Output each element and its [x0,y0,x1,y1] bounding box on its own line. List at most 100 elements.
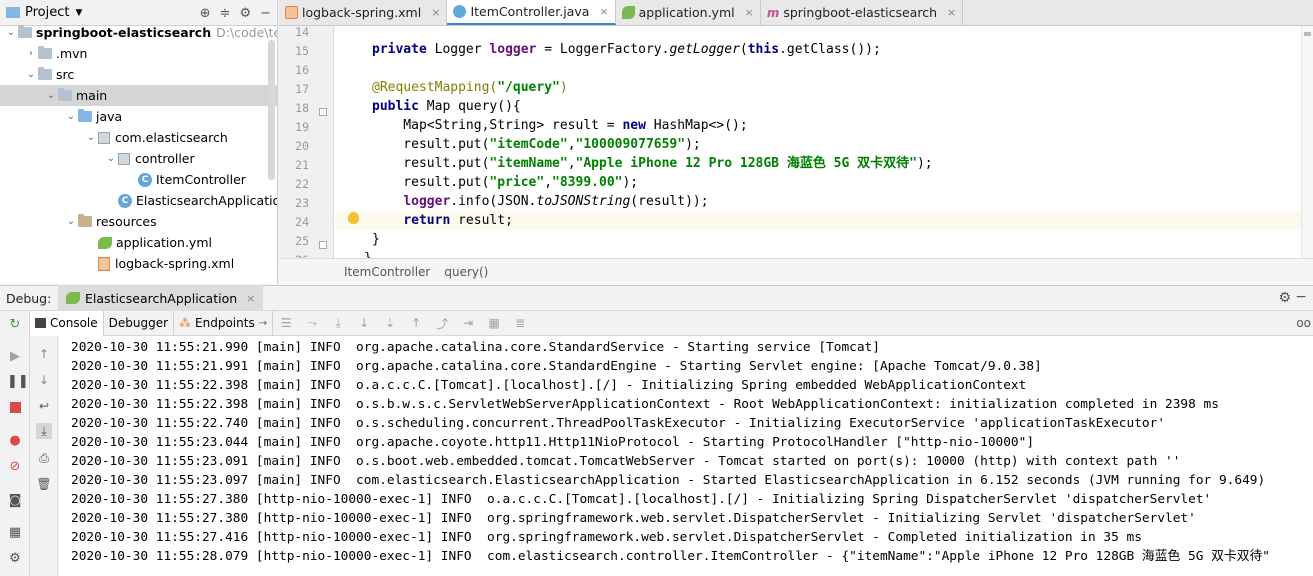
chevron-down-icon[interactable]: ⌄ [24,69,38,80]
code-line-19[interactable]: Map<String,String> result = new HashMap<… [335,116,1313,135]
editor-tab[interactable]: ItemController.java × [447,0,616,25]
editor-tab[interactable]: application.yml × [616,0,761,25]
settings-icon[interactable]: ⚙ [7,551,23,567]
console-log-line: 2020-10-30 11:55:22.398 [main] INFO o.a.… [71,378,1027,393]
tree-item-label: application.yml [116,235,212,250]
tree-item[interactable]: application.yml [0,232,277,253]
minimize-icon[interactable]: − [1295,289,1307,305]
tree-item[interactable]: ⌄ controller [0,148,277,169]
tab-endpoints[interactable]: ⁂ Endpoints → [174,310,274,336]
scroll-marker [1304,32,1311,36]
line-number: 15 [295,44,309,58]
close-icon[interactable]: × [246,292,255,305]
fold-icon[interactable] [319,108,327,116]
code-line-23[interactable]: logger.info(JSON.toJSONString(result)); [335,192,1313,211]
collapse-all-icon[interactable]: ≑ [220,6,231,21]
code-area[interactable]: private Logger logger = LoggerFactory.ge… [335,26,1313,258]
pause-icon[interactable]: ❚❚ [7,374,29,390]
breadcrumb-item[interactable]: query() [444,265,488,279]
tree-item[interactable]: logback-spring.xml [0,253,277,274]
resume-icon[interactable]: ▶ [7,349,23,365]
locate-icon[interactable]: ⊕ [200,6,211,21]
close-icon[interactable]: × [599,5,608,18]
step-into-icon[interactable]: ↓ [351,316,377,330]
code-line-17[interactable]: @RequestMapping("/query") [335,78,1313,97]
scroll-to-end-icon[interactable]: ⤓ [36,423,52,439]
run-to-cursor-icon[interactable]: ⇥ [455,316,481,330]
code-line-25[interactable]: } [335,230,1313,249]
breadcrumb-item[interactable]: ItemController [344,265,430,279]
step-out-icon[interactable]: ↑ [403,316,429,330]
tree-item[interactable]: ⌄ springboot-elasticsearch D:\code\temp [0,22,277,43]
drop-frame-icon[interactable]: ⤴ [429,315,455,332]
minimize-icon[interactable]: − [260,6,271,21]
tree-item[interactable]: C ElasticsearchApplication [0,190,277,211]
console-log-line: 2020-10-30 11:55:28.079 [http-nio-10000-… [71,549,1271,564]
chevron-right-icon[interactable]: › [24,48,38,59]
soft-wrap-icon[interactable]: ↩ [36,398,52,414]
chevron-down-icon[interactable]: ⌄ [44,90,58,101]
editor-breadcrumb: ItemController query() [279,258,1313,284]
tree-item[interactable]: ⌄ main [0,85,277,106]
tree-item[interactable]: › .mvn [0,43,277,64]
code-token: getLogger [669,42,740,57]
code-token: } [364,251,372,258]
tab-debugger[interactable]: Debugger [104,310,175,336]
chevron-down-icon[interactable]: ⌄ [64,216,78,227]
down-arrow-icon[interactable]: ↓ [36,372,52,388]
tree-item[interactable]: ⌄ com.elasticsearch [0,127,277,148]
chevron-down-icon[interactable]: ⌄ [64,111,78,122]
project-view-selector[interactable]: Project ▼ [6,5,82,20]
close-icon[interactable]: × [745,6,754,19]
code-line-14[interactable]: private Logger logger = LoggerFactory.ge… [335,40,1313,59]
line-number: 14 [295,25,309,39]
tree-item[interactable]: ⌄ java [0,106,277,127]
stop-icon[interactable] [7,400,23,416]
code-token: ) [559,80,568,95]
project-scrollbar[interactable] [268,40,275,180]
chevron-down-icon[interactable]: ⌄ [104,153,118,164]
tree-item[interactable]: ⌄ resources [0,211,277,232]
mute-breakpoints-icon[interactable]: ⊘ [7,459,23,475]
close-icon[interactable]: × [431,6,440,19]
debug-session-tab[interactable]: ElasticsearchApplication × [58,285,264,311]
trash-icon[interactable]: 🗑 [36,476,52,492]
rerun-icon[interactable]: ↻ [7,317,23,333]
layout-icon[interactable]: ▦ [7,525,23,541]
chevron-down-icon[interactable]: ⌄ [4,27,18,38]
line-number: 18 [295,101,309,115]
code-line-20[interactable]: result.put("itemCode","100009077659"); [335,135,1313,154]
fold-icon[interactable] [319,241,327,249]
step-over-icon[interactable]: ⤓ [325,316,351,331]
chevron-down-icon[interactable]: ⌄ [84,132,98,143]
code-line-21[interactable]: result.put("itemName","Apple iPhone 12 P… [335,154,1313,173]
tree-item[interactable]: ⌄ src [0,64,277,85]
folder-icon [38,46,52,59]
tree-item[interactable]: C ItemController [0,169,277,190]
code-line-22[interactable]: result.put("price","8399.00"); [335,173,1313,192]
code-token: , [567,156,576,171]
trace-icon[interactable]: ≣ [507,316,533,330]
menu-icon[interactable]: ☰ [273,316,299,330]
show-execution-point-icon[interactable]: ⤳ [299,316,325,331]
glasses-icon[interactable]: oo [1296,316,1311,330]
tab-console[interactable]: Console [30,310,104,336]
gear-icon[interactable]: ⚙ [1278,290,1291,306]
view-breakpoints-icon[interactable]: ● [7,433,23,449]
force-step-into-icon[interactable]: ⇣ [377,316,403,330]
code-line-24[interactable]: return result; [335,211,1313,230]
code-line-18[interactable]: public Map query(){ [335,97,1313,116]
source-folder-icon [78,109,92,122]
editor-tab[interactable]: m springboot-elasticsearch × [761,0,964,25]
editor-tab[interactable]: logback-spring.xml × [279,0,448,25]
up-arrow-icon[interactable]: ↑ [36,346,52,362]
intention-bulb-icon[interactable] [348,212,359,224]
code-line-26[interactable]: } [335,249,1313,258]
print-icon[interactable]: ⎙ [36,450,52,466]
gear-icon[interactable]: ⚙ [239,6,251,21]
evaluate-icon[interactable]: ▦ [481,316,507,330]
camera-icon[interactable]: ◙ [7,493,23,509]
console-output[interactable]: 2020-10-30 11:55:21.990 [main] INFO org.… [59,336,1313,576]
close-icon[interactable]: × [947,6,956,19]
editor-scrollbar[interactable] [1301,26,1313,258]
